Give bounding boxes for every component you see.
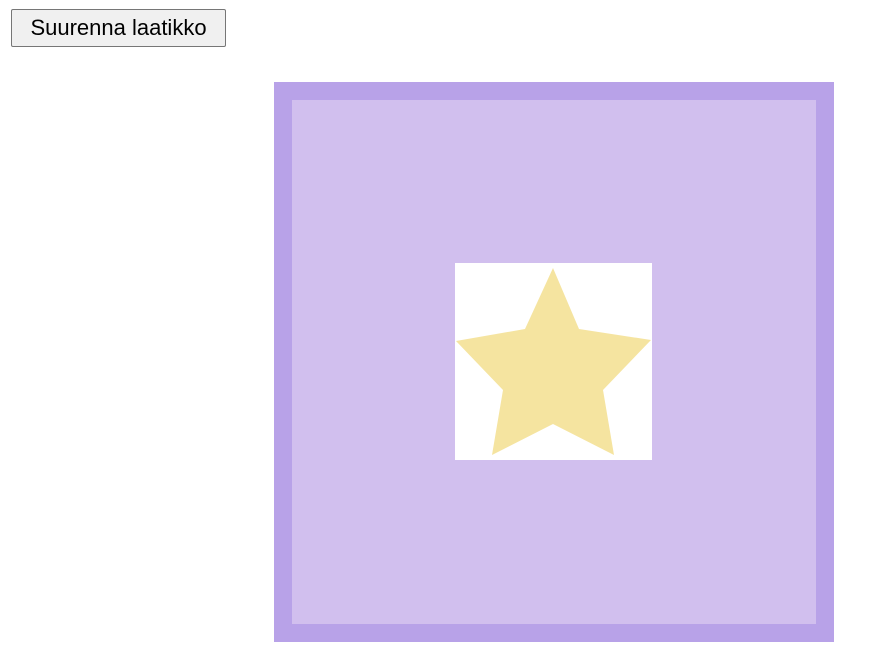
enlarge-box-button[interactable]: Suurenna laatikko	[11, 9, 226, 47]
star-shape	[456, 268, 651, 455]
box-frame	[274, 82, 834, 642]
page: Suurenna laatikko	[0, 0, 894, 654]
star-tile	[455, 263, 652, 460]
star-icon	[456, 268, 651, 455]
box-content	[292, 100, 816, 624]
